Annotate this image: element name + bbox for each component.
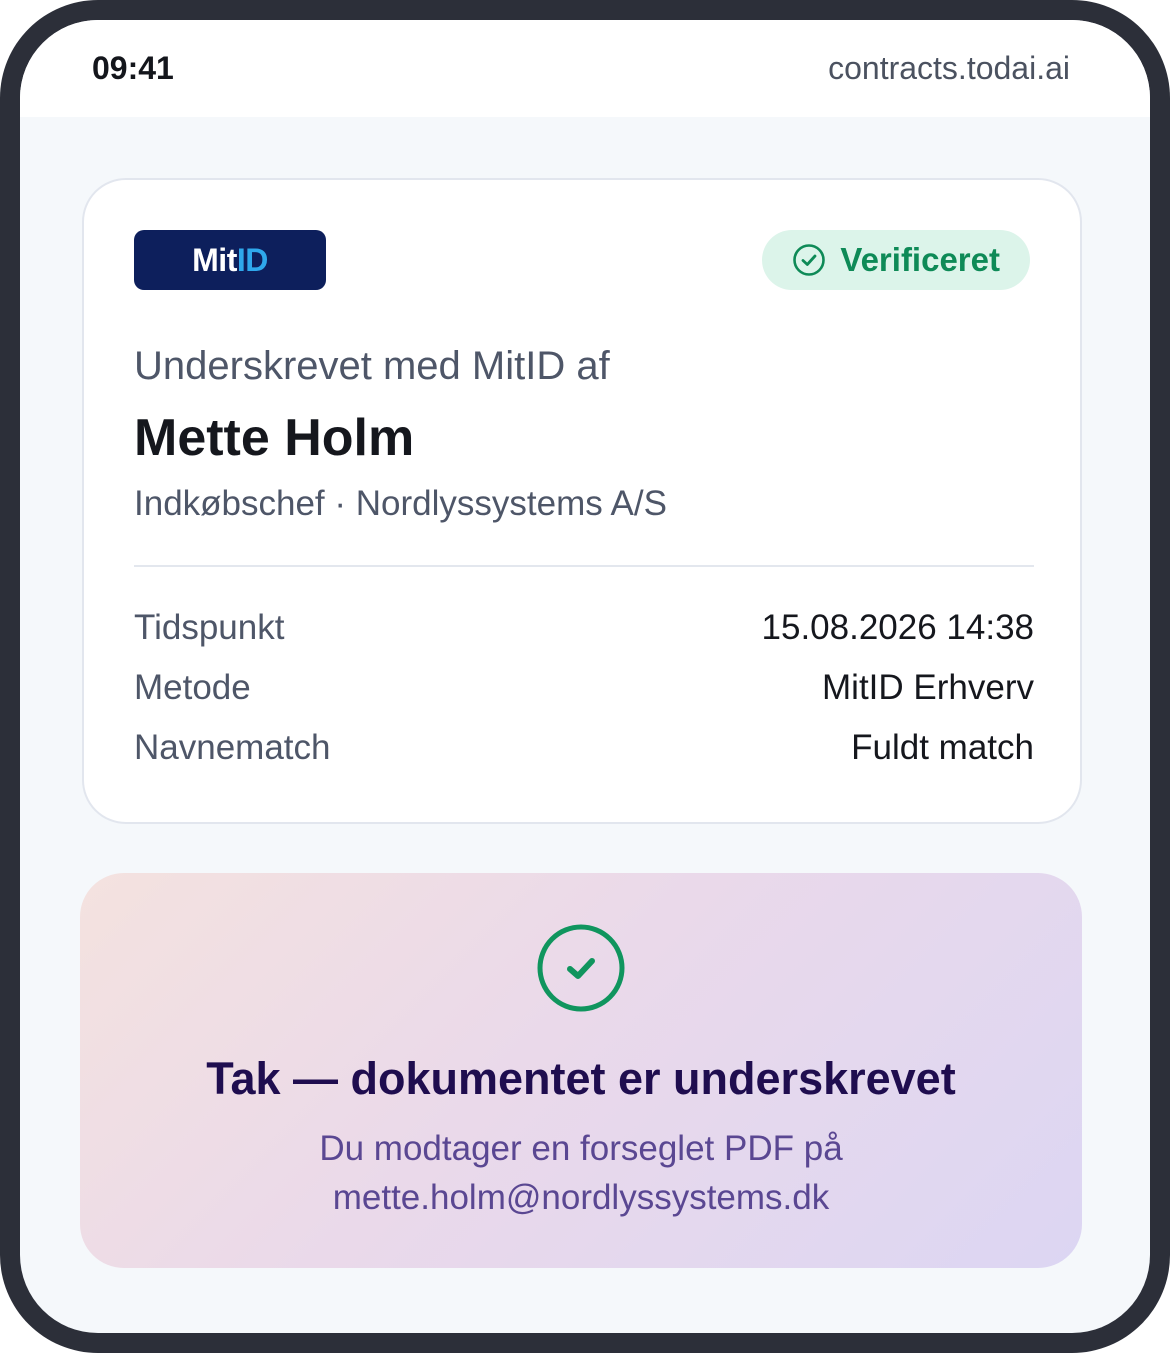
device-frame: 09:41 contracts.todai.ai Mit ID Verificer… [0, 0, 1170, 1353]
detail-row-method: Metode MitID Erhverv [134, 668, 1034, 708]
mitid-logo: Mit ID [134, 230, 326, 290]
signer-role: Indkøbschef · Nordlyssystems A/S [134, 484, 667, 523]
mitid-logo-mit: Mit [192, 241, 237, 278]
status-time: 09:41 [92, 50, 174, 86]
detail-label: Metode [134, 668, 251, 707]
detail-value: Fuldt match [851, 728, 1034, 767]
confirmation-panel: Tak — dokumentet er underskrevet Du modt… [80, 873, 1082, 1268]
signer-name: Mette Holm [134, 409, 415, 467]
confirmation-email: mette.holm@nordlyssystems.dk [332, 1178, 830, 1217]
detail-row-name-match: Navnematch Fuldt match [134, 728, 1034, 768]
detail-label: Tidspunkt [134, 608, 285, 647]
mitid-logo-id: ID [236, 241, 269, 278]
signed-by-label: Underskrevet med MitID af [134, 344, 610, 388]
signature-card: Mit ID Verificeret Underskrevet med MitID… [82, 178, 1082, 824]
screen: 09:41 contracts.todai.ai Mit ID Verificer… [20, 20, 1150, 1333]
detail-row-timestamp: Tidspunkt 15.08.2026 14:38 [134, 608, 1034, 648]
detail-label: Navnematch [134, 728, 331, 767]
check-circle-icon [792, 243, 826, 277]
url-display: contracts.todai.ai [828, 50, 1070, 86]
verified-badge-label: Verificeret [840, 241, 1000, 278]
confirmation-title: Tak — dokumentet er underskrevet [206, 1053, 956, 1104]
check-circle-icon [536, 923, 626, 1013]
divider [134, 565, 1034, 567]
detail-value: 15.08.2026 14:38 [761, 608, 1034, 647]
detail-value: MitID Erhverv [822, 668, 1034, 707]
verified-badge: Verificeret [762, 230, 1030, 290]
confirmation-message: Du modtager en forseglet PDF på [319, 1129, 843, 1168]
status-bar: 09:41 contracts.todai.ai [20, 20, 1150, 117]
